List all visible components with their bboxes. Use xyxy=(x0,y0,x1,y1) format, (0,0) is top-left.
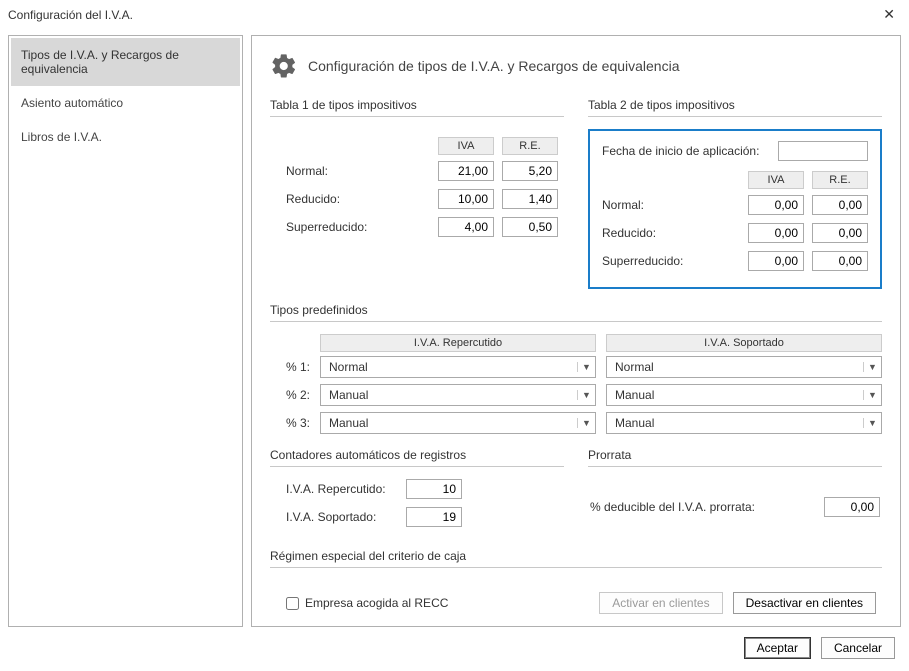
chevron-down-icon: ▼ xyxy=(577,418,591,428)
predef-row2-soportado-combo[interactable]: Manual▼ xyxy=(606,384,882,406)
table1-super-re[interactable] xyxy=(502,217,558,237)
activate-clients-button[interactable]: Activar en clientes xyxy=(599,592,722,614)
table1-reducido-label: Reducido: xyxy=(286,192,340,206)
predef-row3-soportado-combo[interactable]: Manual▼ xyxy=(606,412,882,434)
page-title: Configuración de tipos de I.V.A. y Recar… xyxy=(308,58,680,74)
table2-normal-re[interactable] xyxy=(812,195,868,215)
recc-checkbox-label: Empresa acogida al RECC xyxy=(305,596,448,610)
table1-normal-re[interactable] xyxy=(502,161,558,181)
predef-title: Tipos predefinidos xyxy=(270,303,882,322)
table2-startdate-label: Fecha de inicio de aplicación: xyxy=(602,144,759,158)
accept-button[interactable]: Aceptar xyxy=(744,637,811,659)
predef-row2-label: % 2: xyxy=(270,388,310,402)
predef-row3-label: % 3: xyxy=(270,416,310,430)
predef-row1-label: % 1: xyxy=(270,360,310,374)
table1-reducido-iva[interactable] xyxy=(438,189,494,209)
table1-super-iva[interactable] xyxy=(438,217,494,237)
cancel-button[interactable]: Cancelar xyxy=(821,637,895,659)
table2-super-iva[interactable] xyxy=(748,251,804,271)
prorrata-input[interactable] xyxy=(824,497,880,517)
table2-reducido-iva[interactable] xyxy=(748,223,804,243)
recc-checkbox-input[interactable] xyxy=(286,597,299,610)
table2-normal-label: Normal: xyxy=(602,198,644,212)
table2-reducido-label: Reducido: xyxy=(602,226,656,240)
sidebar-item-tipos-iva[interactable]: Tipos de I.V.A. y Recargos de equivalenc… xyxy=(11,38,240,86)
table2-super-re[interactable] xyxy=(812,251,868,271)
chevron-down-icon: ▼ xyxy=(863,390,877,400)
table1-reducido-re[interactable] xyxy=(502,189,558,209)
table2-startdate-input[interactable] xyxy=(778,141,868,161)
prorrata-label: % deducible del I.V.A. prorrata: xyxy=(590,500,755,514)
table1-normal-iva[interactable] xyxy=(438,161,494,181)
table2-normal-iva[interactable] xyxy=(748,195,804,215)
sidebar-item-libros[interactable]: Libros de I.V.A. xyxy=(11,120,240,154)
table2-title: Tabla 2 de tipos impositivos xyxy=(588,98,882,117)
deactivate-clients-button[interactable]: Desactivar en clientes xyxy=(733,592,876,614)
chevron-down-icon: ▼ xyxy=(863,418,877,428)
counter-soportado-label: I.V.A. Soportado: xyxy=(286,510,396,524)
predef-row2-repercutido-combo[interactable]: Manual▼ xyxy=(320,384,596,406)
table1-col-iva: IVA xyxy=(438,137,494,155)
counter-repercutido-label: I.V.A. Repercutido: xyxy=(286,482,396,496)
recc-checkbox[interactable]: Empresa acogida al RECC xyxy=(286,596,448,610)
window-title: Configuración del I.V.A. xyxy=(8,8,133,22)
sidebar: Tipos de I.V.A. y Recargos de equivalenc… xyxy=(8,35,243,627)
chevron-down-icon: ▼ xyxy=(577,390,591,400)
predef-row1-repercutido-combo[interactable]: Normal▼ xyxy=(320,356,596,378)
table2-super-label: Superreducido: xyxy=(602,254,683,268)
table1-col-re: R.E. xyxy=(502,137,558,155)
predef-row3-repercutido-combo[interactable]: Manual▼ xyxy=(320,412,596,434)
sidebar-item-asiento[interactable]: Asiento automático xyxy=(11,86,240,120)
predef-col-soportado: I.V.A. Soportado xyxy=(606,334,882,352)
counters-title: Contadores automáticos de registros xyxy=(270,448,564,467)
close-icon[interactable]: ✕ xyxy=(879,6,899,23)
table2-col-iva: IVA xyxy=(748,171,804,189)
table2-reducido-re[interactable] xyxy=(812,223,868,243)
predef-col-repercutido: I.V.A. Repercutido xyxy=(320,334,596,352)
table1-normal-label: Normal: xyxy=(286,164,328,178)
counter-soportado-input[interactable] xyxy=(406,507,462,527)
table2-highlight-box: Fecha de inicio de aplicación: IVA R.E. … xyxy=(588,129,882,289)
chevron-down-icon: ▼ xyxy=(577,362,591,372)
predef-row1-soportado-combo[interactable]: Normal▼ xyxy=(606,356,882,378)
recc-title: Régimen especial del criterio de caja xyxy=(270,549,882,568)
gear-icon xyxy=(270,52,298,80)
main-panel: Configuración de tipos de I.V.A. y Recar… xyxy=(251,35,901,627)
table1-title: Tabla 1 de tipos impositivos xyxy=(270,98,564,117)
table2-col-re: R.E. xyxy=(812,171,868,189)
prorrata-title: Prorrata xyxy=(588,448,882,467)
chevron-down-icon: ▼ xyxy=(863,362,877,372)
table1-super-label: Superreducido: xyxy=(286,220,367,234)
counter-repercutido-input[interactable] xyxy=(406,479,462,499)
